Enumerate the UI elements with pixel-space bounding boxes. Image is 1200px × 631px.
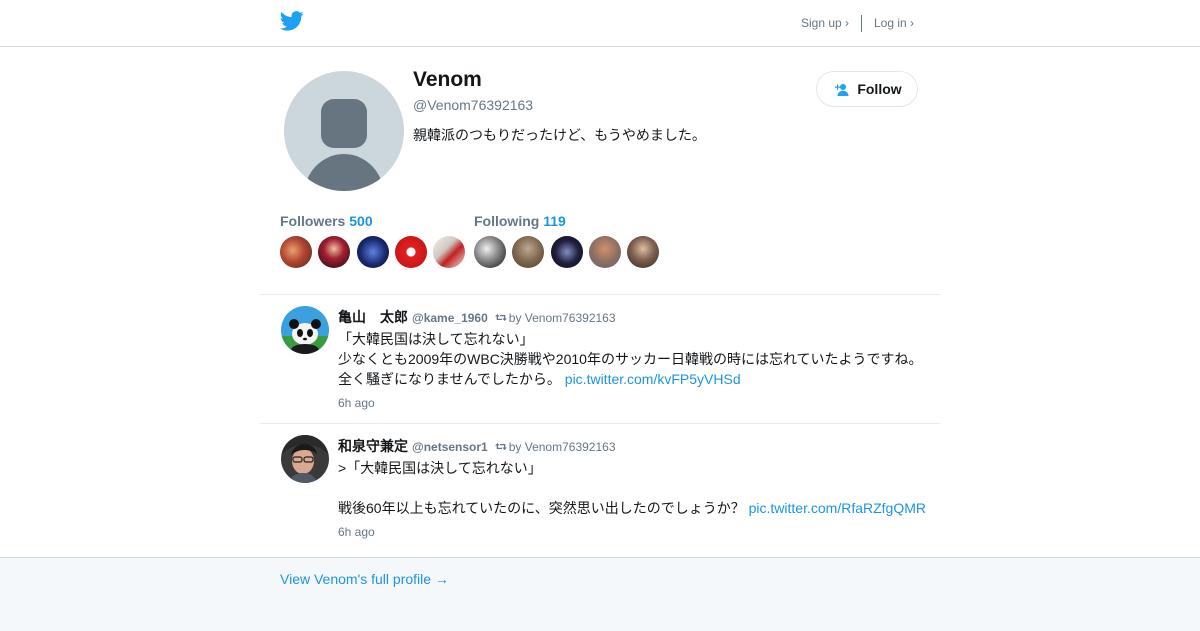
follower-avatar[interactable] [395, 236, 427, 268]
top-bar: Sign up › Log in › [0, 0, 1200, 47]
following-stat[interactable]: Following 119 [474, 213, 566, 229]
following-avatar[interactable] [551, 236, 583, 268]
tweet-author-name[interactable]: 和泉守兼定 [338, 438, 408, 454]
login-link[interactable]: Log in › [874, 16, 914, 30]
following-avatar[interactable] [627, 236, 659, 268]
follower-avatar[interactable] [433, 236, 465, 268]
profile-handle: @Venom76392163 [413, 97, 534, 113]
tweet-author-name[interactable]: 亀山 太郎 [338, 309, 408, 325]
tweet-timestamp[interactable]: 6h ago [338, 396, 375, 410]
following-avatar[interactable] [512, 236, 544, 268]
divider [260, 294, 940, 295]
profile-name: Venom [413, 68, 482, 91]
divider [260, 423, 940, 424]
follow-button[interactable]: Follow [816, 71, 918, 107]
follower-avatar[interactable] [357, 236, 389, 268]
retweet-icon [494, 314, 507, 321]
tweet-header: 亀山 太郎 @kame_1960 by Venom76392163 [338, 307, 616, 327]
following-avatar[interactable] [474, 236, 506, 268]
profile-avatar[interactable] [284, 71, 404, 191]
tweet-header: 和泉守兼定 @netsensor1 by Venom76392163 [338, 436, 616, 456]
default-avatar-icon [304, 99, 384, 191]
tweet-media-link[interactable]: pic.twitter.com/RfaRZfgQMR [749, 500, 926, 516]
follower-avatar[interactable] [318, 236, 350, 268]
tweet-author-handle[interactable]: @kame_1960 [412, 311, 488, 325]
twitter-bird-icon[interactable] [280, 11, 304, 31]
following-label: Following [474, 213, 540, 229]
tweet-media-link[interactable]: pic.twitter.com/kvFP5yVHSd [565, 371, 741, 387]
footer: View Venom's full profile → [0, 557, 1200, 631]
followers-stat[interactable]: Followers 500 [280, 213, 373, 229]
person-avatar-icon [281, 435, 329, 483]
nav-divider [861, 15, 862, 32]
tweet-text: 「大韓民国は決して忘れない」 少なくとも2009年のWBC決勝戦や2010年のサ… [338, 329, 923, 389]
signup-link[interactable]: Sign up › [801, 16, 849, 30]
tweet-author-avatar[interactable] [281, 435, 329, 483]
tweet-text: >「大韓民国は決して忘れない」 戦後60年以上も忘れていたのに、突然思い出したの… [338, 458, 926, 518]
add-user-icon [835, 83, 849, 96]
tweet-author-avatar[interactable] [281, 306, 329, 354]
tweet-body: >「大韓民国は決して忘れない」 戦後60年以上も忘れていたのに、突然思い出したの… [338, 460, 745, 516]
tweet-author-handle[interactable]: @netsensor1 [412, 440, 488, 454]
tweet-timestamp[interactable]: 6h ago [338, 525, 375, 539]
view-full-profile-link[interactable]: View Venom's full profile → [280, 571, 449, 587]
retweet-icon [494, 443, 507, 450]
followers-label: Followers [280, 213, 346, 229]
retweeted-by: by Venom76392163 [508, 311, 616, 325]
following-count: 119 [543, 213, 566, 229]
panda-avatar-icon [281, 306, 329, 354]
retweeted-by: by Venom76392163 [508, 440, 616, 454]
profile-bio: 親韓派のつもりだったけど、もうやめました。 [413, 127, 706, 143]
following-avatar[interactable] [589, 236, 621, 268]
followers-count: 500 [349, 213, 373, 229]
follower-avatar[interactable] [280, 236, 312, 268]
follow-label: Follow [857, 81, 902, 97]
